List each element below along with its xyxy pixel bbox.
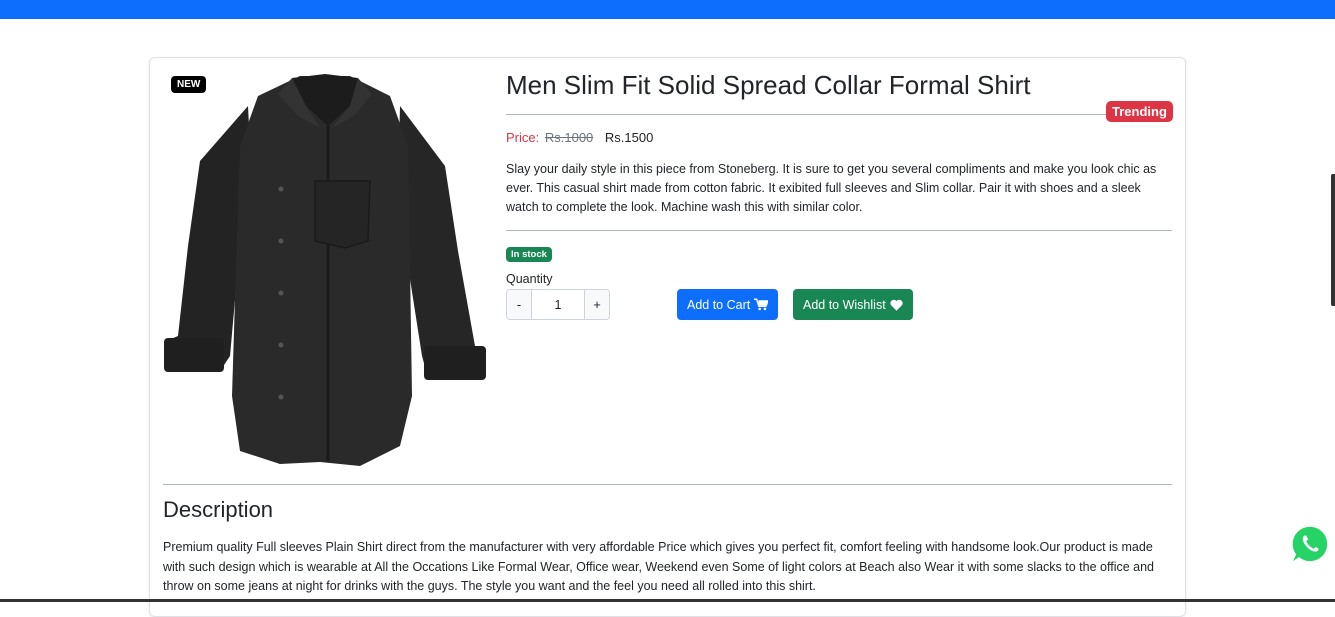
trending-badge: Trending <box>1106 101 1173 122</box>
quantity-input[interactable] <box>531 290 585 319</box>
add-to-cart-button[interactable]: Add to Cart <box>677 289 779 320</box>
top-navbar <box>0 0 1335 19</box>
price-original: Rs.1000 <box>544 130 594 145</box>
new-badge: NEW <box>171 76 207 93</box>
title-divider <box>506 114 1172 115</box>
quantity-increment-button[interactable]: + <box>585 290 609 319</box>
quantity-stepper: - + <box>506 289 610 320</box>
product-title: Men Slim Fit Solid Spread Collar Formal … <box>506 70 1031 100</box>
add-to-cart-label: Add to Cart <box>687 297 751 312</box>
price-current: Rs.1500 <box>604 130 654 145</box>
product-image <box>164 74 486 466</box>
price-row: Price: Rs.1000 Rs.1500 <box>506 130 653 145</box>
product-summary: Slay your daily style in this piece from… <box>506 162 1157 214</box>
description-divider <box>163 484 1172 485</box>
stock-status-badge: In stock <box>506 247 552 262</box>
cart-icon <box>754 298 769 311</box>
whatsapp-icon[interactable] <box>1291 525 1329 563</box>
quantity-decrement-button[interactable]: - <box>507 290 531 319</box>
summary-divider <box>506 230 1172 231</box>
add-to-wishlist-label: Add to Wishlist <box>803 297 886 312</box>
side-scroll-tab[interactable] <box>1331 174 1335 306</box>
price-label: Price: <box>506 130 540 145</box>
quantity-label: Quantity <box>506 272 553 286</box>
description-heading: Description <box>163 497 274 522</box>
add-to-wishlist-button[interactable]: Add to Wishlist <box>793 289 913 320</box>
description-text: Premium quality Full sleeves Plain Shirt… <box>163 540 1154 593</box>
heart-icon <box>890 299 903 311</box>
